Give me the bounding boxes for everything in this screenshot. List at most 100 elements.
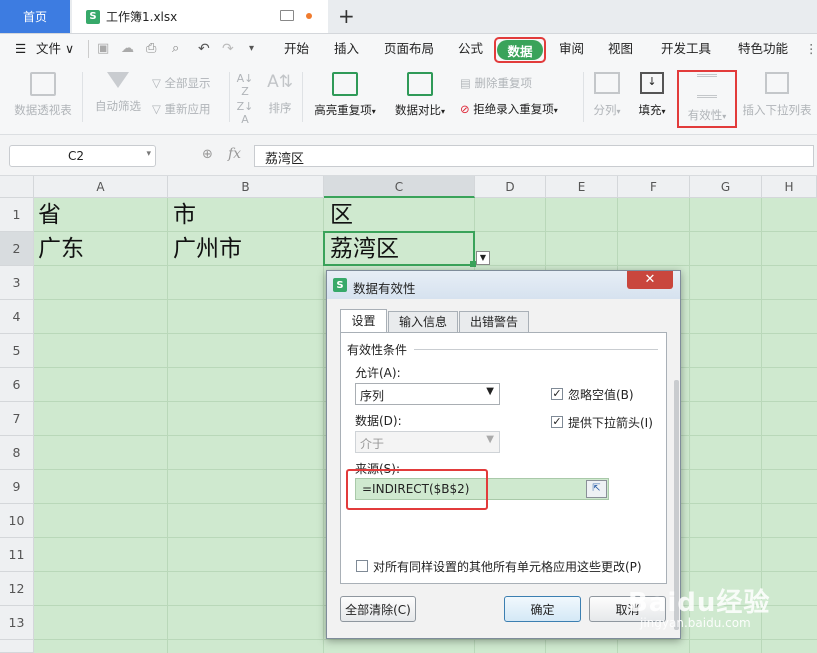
menu-formula[interactable]: 公式 [458, 34, 483, 64]
save-icon[interactable]: ▣ [97, 34, 109, 64]
cell-c1[interactable]: 区 [330, 198, 353, 232]
quick-access-more-icon[interactable]: ▾ [249, 34, 254, 64]
reapply-button[interactable]: ▽ 重新应用 [152, 101, 211, 117]
validity-button[interactable]: 有效性▾ [679, 72, 735, 123]
cell-c2[interactable]: 荔湾区 [330, 232, 399, 266]
tab-input-message[interactable]: 输入信息 [388, 311, 458, 333]
cell-b2[interactable]: 广州市 [173, 232, 242, 266]
menu-page-layout[interactable]: 页面布局 [384, 34, 434, 64]
column-header[interactable]: B [168, 176, 324, 198]
ignore-blank-checkbox[interactable]: ✓ [551, 388, 563, 400]
insert-dropdown-button[interactable]: 插入下拉列表 [739, 72, 815, 118]
row-header[interactable]: 5 [0, 334, 34, 368]
column-header[interactable]: D [475, 176, 546, 198]
allow-select[interactable]: 序列 ▼ [355, 383, 500, 405]
formula-input[interactable]: 荔湾区 [254, 145, 814, 167]
data-select[interactable]: 介于 ▼ [355, 431, 500, 453]
row-header[interactable]: 7 [0, 402, 34, 436]
highlight-duplicates-button[interactable]: 高亮重复项▾ [308, 72, 382, 118]
autofilter-label: 自动筛选 [95, 99, 141, 113]
menu-file[interactable]: 文件 ∨ [36, 34, 74, 64]
range-picker-icon[interactable]: ⇱ [586, 480, 607, 498]
column-header[interactable]: G [690, 176, 762, 198]
print-preview-icon[interactable]: ⌕ [172, 34, 179, 64]
autofilter-button[interactable]: 自动筛选 [90, 72, 146, 114]
clear-all-button[interactable]: 全部清除(C) [340, 596, 416, 622]
row-header[interactable]: 1 [0, 198, 34, 232]
cell-a2[interactable]: 广东 [38, 232, 84, 266]
ok-button[interactable]: 确定 [504, 596, 581, 622]
row-header[interactable]: 8 [0, 436, 34, 470]
sort-descending-icon[interactable]: Z↓ A [236, 100, 254, 126]
pivot-table-icon [30, 72, 56, 96]
close-icon[interactable]: ✕ [627, 271, 673, 289]
pivot-table-button[interactable]: 数据透视表 [8, 72, 78, 118]
separator [229, 72, 230, 122]
select-all-corner[interactable] [0, 176, 34, 198]
print-icon[interactable]: ⎙ [146, 34, 156, 64]
row-header[interactable]: 10 [0, 504, 34, 538]
column-header[interactable]: F [618, 176, 690, 198]
menu-special[interactable]: 特色功能 [738, 34, 788, 64]
row-header[interactable]: 13 [0, 606, 34, 640]
grid-line [34, 639, 817, 640]
row-header[interactable]: 11 [0, 538, 34, 572]
fx-icon[interactable]: fx [228, 146, 241, 162]
row-header[interactable]: 6 [0, 368, 34, 402]
show-all-button[interactable]: ▽ 全部显示 [152, 75, 211, 91]
cell-dropdown-arrow-icon[interactable]: ▼ [476, 251, 490, 265]
row-header[interactable]: 4 [0, 300, 34, 334]
data-compare-label: 数据对比 [394, 103, 441, 117]
redo-icon[interactable]: ↷ [222, 34, 234, 64]
row-header[interactable]: 3 [0, 266, 34, 300]
monitor-icon[interactable] [280, 10, 294, 21]
watermark-url: jingyan.baidu.com [640, 616, 751, 630]
reject-duplicates-button[interactable]: ⊘ 拒绝录入重复项▾ [460, 101, 558, 117]
new-tab-button[interactable]: + [338, 4, 355, 28]
menu-data[interactable]: 数据 [497, 40, 543, 60]
allow-value: 序列 [360, 389, 385, 403]
column-header[interactable]: E [546, 176, 618, 198]
column-header[interactable]: H [762, 176, 817, 198]
fill-button[interactable]: ↓ 填充▾ [634, 72, 670, 118]
hamburger-icon[interactable]: ☰ [15, 34, 26, 64]
zoom-formula-icon[interactable]: ⊕ [202, 147, 213, 162]
dropdown-arrow-checkbox[interactable]: ✓ [551, 416, 563, 428]
tab-home[interactable]: 首页 [0, 0, 70, 33]
row-header[interactable]: 9 [0, 470, 34, 504]
split-column-button[interactable]: 分列▾ [589, 72, 625, 118]
menu-review[interactable]: 审阅 [559, 34, 584, 64]
sort-button[interactable]: A⇅ 排序 [262, 72, 298, 116]
row-header[interactable]: 12 [0, 572, 34, 606]
remove-duplicates-button[interactable]: ▤ 删除重复项 [460, 75, 532, 91]
sort-ascending-icon[interactable]: A↓ Z [236, 72, 254, 98]
menu-start[interactable]: 开始 [284, 34, 309, 64]
undo-icon[interactable]: ↶ [198, 34, 210, 64]
name-box[interactable]: C2 ▾ [9, 145, 156, 167]
tab-settings[interactable]: 设置 [340, 309, 387, 333]
row-header[interactable]: 2 [0, 232, 34, 266]
dialog-title: 数据有效性 [353, 281, 416, 296]
cell-a1[interactable]: 省 [38, 198, 61, 232]
apply-all-label: 对所有同样设置的其他所有单元格应用这些更改(P) [373, 560, 642, 574]
name-box-value: C2 [68, 149, 85, 163]
tab-error-alert[interactable]: 出错警告 [459, 311, 529, 333]
cloud-icon[interactable]: ☁ [121, 34, 134, 64]
apply-all-checkbox[interactable] [356, 560, 368, 572]
split-column-label: 分列 [593, 103, 617, 117]
dropdown-arrow-label: 提供下拉箭头(I) [568, 416, 653, 430]
separator [583, 72, 584, 122]
menu-overflow-icon[interactable]: ⋮ [805, 34, 817, 64]
data-compare-button[interactable]: 数据对比▾ [388, 72, 452, 118]
menu-developer[interactable]: 开发工具 [661, 34, 711, 64]
chevron-down-icon[interactable]: ▾ [146, 149, 151, 159]
menu-view[interactable]: 视图 [608, 34, 633, 64]
cell-b1[interactable]: 市 [173, 198, 196, 232]
tab-workbook[interactable]: S 工作簿1.xlsx [72, 0, 328, 33]
column-header[interactable]: A [34, 176, 168, 198]
section-title: 有效性条件 [347, 343, 408, 357]
column-header[interactable]: C [324, 176, 475, 198]
data-label: 数据(D): [355, 414, 402, 428]
menu-insert[interactable]: 插入 [334, 34, 359, 64]
row-header[interactable] [0, 640, 34, 653]
